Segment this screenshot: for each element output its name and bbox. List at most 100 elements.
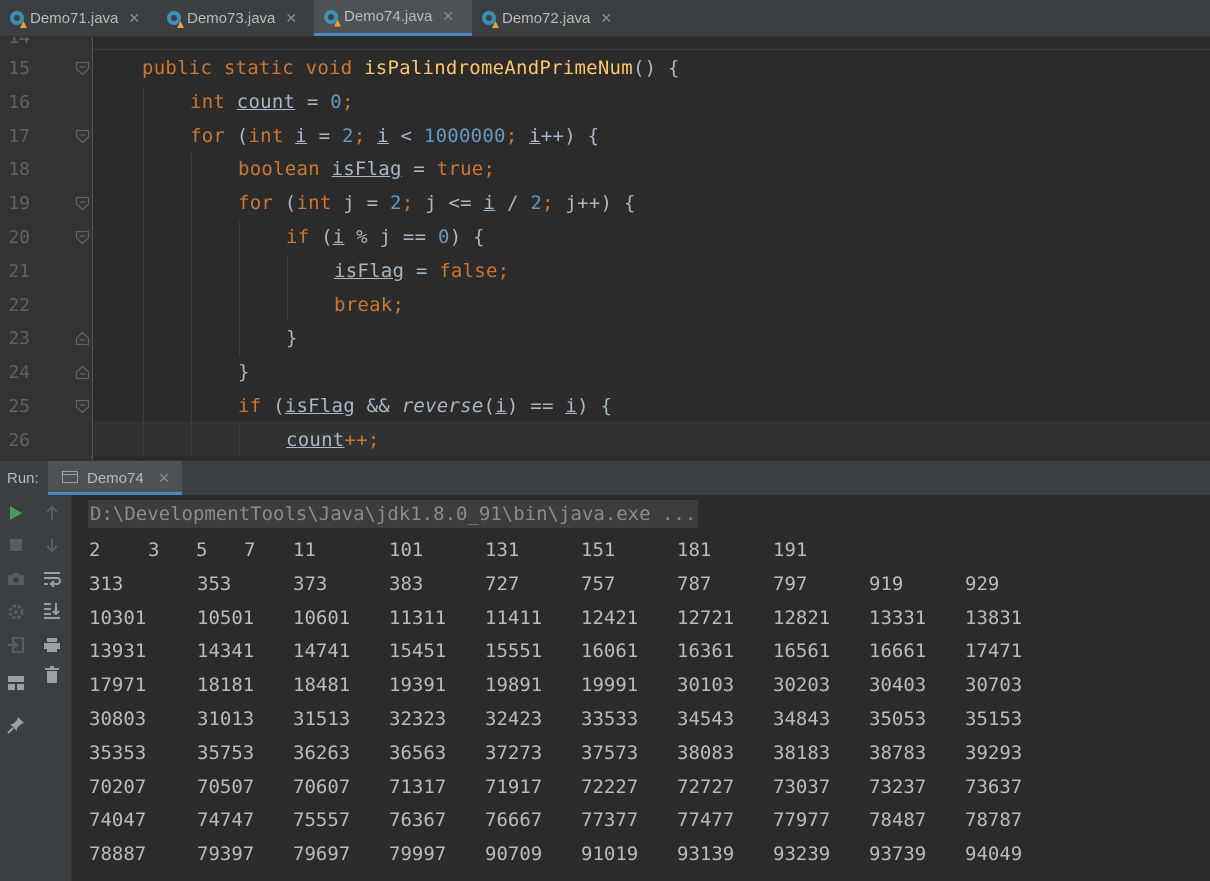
code-token: j <= bbox=[425, 192, 484, 215]
code-token: reverse bbox=[401, 395, 484, 417]
code-line[interactable]: 23} bbox=[0, 322, 1210, 356]
print-icon[interactable] bbox=[40, 633, 64, 657]
settings-icon[interactable] bbox=[4, 600, 28, 624]
code-token: true bbox=[436, 158, 484, 181]
output-number: 90709 bbox=[485, 843, 543, 866]
arrow-up-icon[interactable] bbox=[40, 501, 64, 525]
code-token: ( bbox=[273, 395, 285, 417]
fold-collapse-icon[interactable] bbox=[75, 196, 90, 211]
output-number: 38783 bbox=[869, 741, 927, 764]
output-number: 34843 bbox=[773, 708, 831, 730]
console-line: 10301 10501 10601 11311 11411 12421 12721 12821… bbox=[72, 601, 1210, 635]
tab-demo71[interactable]: Demo71.java ✕ bbox=[0, 0, 157, 36]
code-line[interactable]: 18 boolean isFlag = true; bbox=[0, 153, 1210, 187]
code-line[interactable]: 26 count++; bbox=[0, 424, 1210, 458]
stop-icon[interactable] bbox=[4, 533, 28, 557]
output-number: 7 bbox=[244, 539, 256, 561]
fold-end-icon[interactable] bbox=[75, 365, 90, 380]
output-number: 10601 bbox=[293, 606, 351, 629]
tab-demo72[interactable]: Demo72.java ✕ bbox=[472, 0, 630, 36]
trash-icon[interactable] bbox=[40, 663, 64, 687]
code-token: ( bbox=[236, 124, 249, 147]
code-line[interactable]: 16 int count = 0; bbox=[0, 86, 1210, 120]
console-line: 30803 31013 31513 32323 32423 33533 34543 34843… bbox=[72, 702, 1210, 736]
code-token: isPalindromeAndPrimeNum bbox=[364, 57, 633, 79]
code-text: for (int j = 2; j <= i / 2; j++) { bbox=[238, 192, 636, 214]
code-token: ; bbox=[505, 124, 530, 147]
output-number: 14341 bbox=[197, 640, 255, 663]
code-text: break; bbox=[334, 294, 404, 316]
line-number: 14 bbox=[8, 37, 30, 48]
output-number: 17471 bbox=[965, 640, 1023, 663]
output-number: 33533 bbox=[581, 708, 639, 730]
layout-icon[interactable] bbox=[4, 671, 28, 695]
code-token: ; bbox=[353, 124, 378, 147]
run-tab-demo74[interactable]: Demo74 ✕ bbox=[48, 461, 182, 495]
scroll-to-end-icon[interactable] bbox=[40, 599, 64, 623]
close-icon[interactable]: ✕ bbox=[600, 10, 612, 27]
tab-label: Demo72.java bbox=[502, 9, 591, 27]
output-number: 74747 bbox=[197, 809, 255, 832]
code-token: ; bbox=[497, 259, 510, 282]
code-token: i bbox=[495, 395, 507, 417]
fold-collapse-icon[interactable] bbox=[75, 399, 90, 414]
close-icon[interactable]: ✕ bbox=[128, 10, 140, 27]
output-number: 36263 bbox=[293, 741, 351, 764]
close-icon[interactable]: ✕ bbox=[442, 8, 454, 25]
code-line[interactable]: 20 if (i % j == 0) { bbox=[0, 221, 1210, 255]
output-number: 93239 bbox=[773, 843, 831, 866]
exit-icon[interactable] bbox=[4, 633, 28, 657]
console-line: 35353 35753 36263 36563 37273 37573 38083 38183… bbox=[72, 736, 1210, 770]
console-output[interactable]: D:\DevelopmentTools\Java\jdk1.8.0_91\bin… bbox=[72, 495, 1210, 881]
output-number: 181 bbox=[677, 539, 712, 561]
code-line[interactable]: 22 break; bbox=[0, 289, 1210, 323]
code-token: count bbox=[286, 428, 345, 451]
code-token: count bbox=[236, 90, 296, 113]
code-token: } bbox=[238, 361, 250, 384]
code-line[interactable]: 21 isFlag = false; bbox=[0, 255, 1210, 289]
pin-icon[interactable] bbox=[4, 713, 28, 737]
close-icon[interactable]: ✕ bbox=[158, 470, 170, 487]
output-number: 30703 bbox=[965, 674, 1023, 697]
output-number: 12721 bbox=[677, 606, 735, 629]
line-number: 25 bbox=[8, 396, 30, 417]
line-number: 19 bbox=[8, 193, 30, 215]
run-icon[interactable] bbox=[4, 501, 28, 525]
tab-demo74[interactable]: Demo74.java ✕ bbox=[314, 0, 472, 36]
output-number: 151 bbox=[581, 539, 616, 561]
output-number: 32323 bbox=[389, 708, 447, 730]
fold-end-icon[interactable] bbox=[75, 331, 90, 346]
output-number: 19991 bbox=[581, 674, 639, 697]
code-token: boolean bbox=[238, 158, 332, 181]
arrow-down-icon[interactable] bbox=[40, 533, 64, 557]
code-text: } bbox=[238, 361, 250, 383]
tab-demo73[interactable]: Demo73.java ✕ bbox=[157, 0, 314, 36]
code-line[interactable]: 15 public static void isPalindromeAndPrim… bbox=[0, 52, 1210, 86]
code-token: if bbox=[286, 226, 322, 248]
code-line[interactable]: 19 for (int j = 2; j <= i / 2; j++) { bbox=[0, 187, 1210, 221]
code-line[interactable]: 25 if (isFlag && reverse(i) == i) { bbox=[0, 390, 1210, 424]
output-number: 35153 bbox=[965, 708, 1023, 730]
code-token: i bbox=[295, 124, 307, 147]
fold-collapse-icon[interactable] bbox=[75, 129, 90, 144]
camera-icon[interactable] bbox=[4, 567, 28, 591]
code-line[interactable]: 17 for (int i = 2; i < 1000000; i++) { bbox=[0, 120, 1210, 154]
output-number: 34543 bbox=[677, 708, 735, 730]
code-token: = bbox=[295, 90, 331, 113]
soft-wrap-icon[interactable] bbox=[40, 567, 64, 591]
fold-collapse-icon[interactable] bbox=[75, 61, 90, 76]
close-icon[interactable]: ✕ bbox=[285, 10, 297, 27]
java-command-line[interactable]: D:\DevelopmentTools\Java\jdk1.8.0_91\bin… bbox=[88, 500, 699, 528]
code-line[interactable]: 24} bbox=[0, 356, 1210, 390]
output-number: 383 bbox=[389, 572, 424, 595]
fold-collapse-icon[interactable] bbox=[75, 230, 90, 245]
code-token: break bbox=[334, 293, 393, 316]
code-token: for bbox=[190, 124, 237, 147]
code-token: 2 bbox=[390, 192, 402, 215]
output-number: 11 bbox=[293, 539, 316, 561]
output-number: 13831 bbox=[965, 606, 1023, 629]
line-number: 15 bbox=[8, 58, 30, 79]
output-number: 18481 bbox=[293, 674, 351, 697]
output-number: 101 bbox=[389, 539, 424, 561]
code-editor[interactable]: 14 15 public static void isPalindromeAndP… bbox=[0, 37, 1210, 460]
